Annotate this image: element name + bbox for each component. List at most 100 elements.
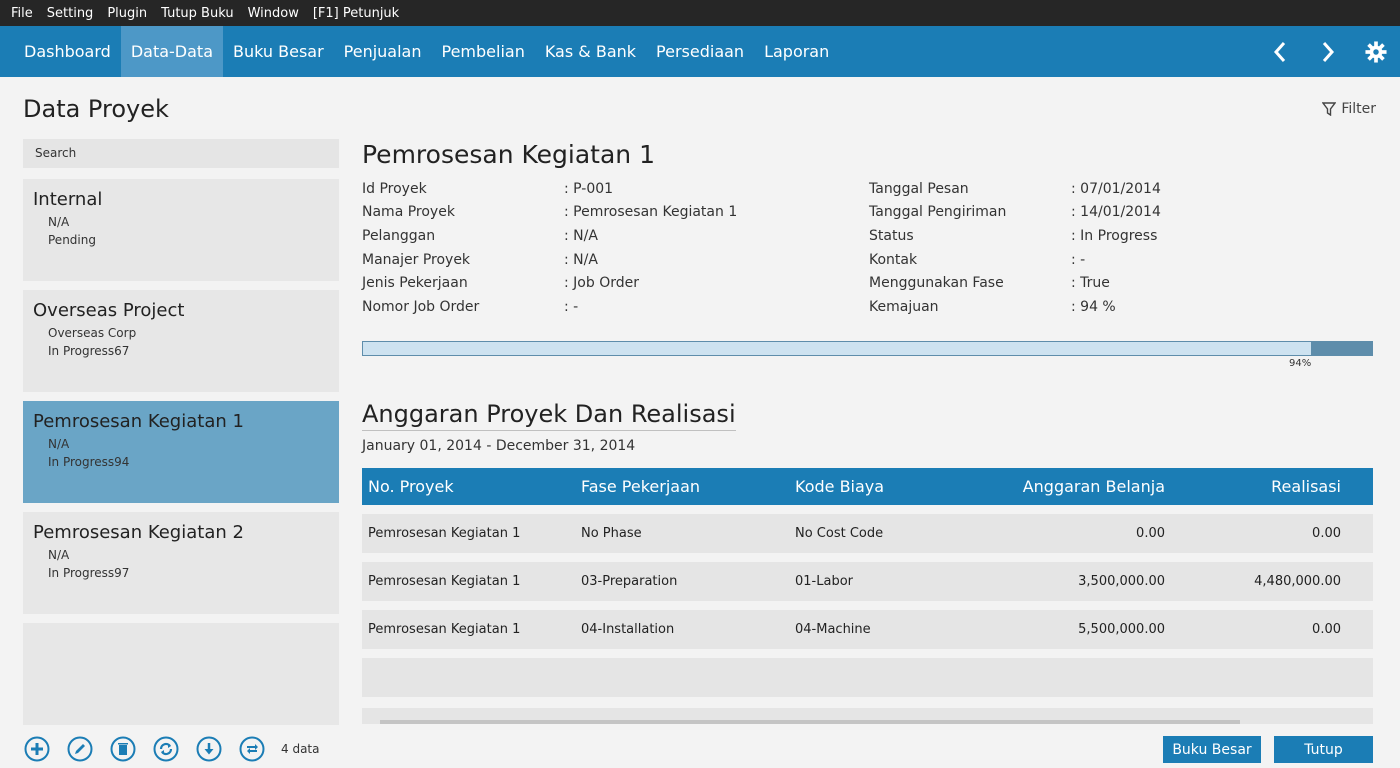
table-row-empty <box>362 658 1373 697</box>
table-row[interactable]: Pemrosesan Kegiatan 1 04-Installation 04… <box>362 610 1373 649</box>
info-value: : P-001 <box>564 180 614 197</box>
menu-file[interactable]: File <box>4 6 40 21</box>
cell-cost-code: 04-Machine <box>795 622 871 637</box>
buku-besar-button[interactable]: Buku Besar <box>1163 736 1261 763</box>
project-status: In Progress94 <box>48 455 130 469</box>
menu-help[interactable]: [F1] Petunjuk <box>306 6 406 21</box>
edit-button[interactable] <box>66 735 94 763</box>
nav-kas-bank[interactable]: Kas & Bank <box>535 26 646 77</box>
info-value: : N/A <box>564 227 598 244</box>
chevron-left-icon <box>1273 41 1286 62</box>
download-icon <box>196 736 222 762</box>
filter-label: Filter <box>1341 101 1376 117</box>
column-header[interactable]: Fase Pekerjaan <box>575 477 789 496</box>
progress-fill <box>363 342 1312 355</box>
info-row-id: Id Proyek : P-001 <box>362 177 737 201</box>
menu-setting[interactable]: Setting <box>40 6 101 21</box>
settings-button[interactable] <box>1352 26 1400 77</box>
project-card-kegiatan-2[interactable]: Pemrosesan Kegiatan 2 N/A In Progress97 <box>23 512 339 614</box>
export-button[interactable] <box>238 735 266 763</box>
cell-budget: 3,500,000.00 <box>1078 574 1165 589</box>
info-row-jenis: Jenis Pekerjaan: Job Order <box>362 271 737 295</box>
refresh-button[interactable] <box>152 735 180 763</box>
chevron-right-icon <box>1322 41 1335 62</box>
info-row-kontak: Kontak : - <box>869 248 1161 272</box>
download-button[interactable] <box>195 735 223 763</box>
project-customer: Overseas Corp <box>48 326 137 340</box>
info-row-status: Status: In Progress <box>869 224 1161 248</box>
filter-button[interactable]: Filter <box>1322 101 1376 117</box>
info-row-fase: Menggunakan Fase: True <box>869 271 1161 295</box>
forward-button[interactable] <box>1304 26 1352 77</box>
progress-bar <box>362 341 1373 356</box>
nav-dashboard[interactable]: Dashboard <box>14 26 121 77</box>
table-row[interactable]: Pemrosesan Kegiatan 1 03-Preparation 01-… <box>362 562 1373 601</box>
project-name: Pemrosesan Kegiatan 1 <box>33 411 244 432</box>
project-list: Internal N/A Pending Overseas Project Ov… <box>23 179 339 734</box>
column-header[interactable]: Realisasi <box>1169 477 1345 496</box>
progress-label: 94% <box>1289 358 1312 369</box>
gear-icon <box>1365 40 1387 63</box>
nav-laporan[interactable]: Laporan <box>754 26 839 77</box>
add-button[interactable] <box>23 735 51 763</box>
nav-persediaan[interactable]: Persediaan <box>646 26 754 77</box>
menu-tutup-buku[interactable]: Tutup Buku <box>154 6 240 21</box>
table-header: No. Proyek Fase Pekerjaan Kode Biaya Ang… <box>362 468 1373 505</box>
cell-realization: 4,480,000.00 <box>1254 574 1341 589</box>
project-card-internal[interactable]: Internal N/A Pending <box>23 179 339 281</box>
info-label: Kemajuan <box>869 298 939 315</box>
info-label: Kontak <box>869 251 918 268</box>
info-row-tanggal-kirim: Tanggal Pengiriman : 14/01/2014 <box>869 201 1161 225</box>
export-icon <box>239 736 265 762</box>
project-customer: N/A <box>48 548 70 562</box>
project-card-kegiatan-1[interactable]: Pemrosesan Kegiatan 1 N/A In Progress94 <box>23 401 339 503</box>
project-name: Overseas Project <box>33 300 185 321</box>
info-label: Status <box>869 227 914 244</box>
nav-data-data[interactable]: Data-Data <box>120 26 223 77</box>
nav-penjualan[interactable]: Penjualan <box>334 26 432 77</box>
info-row-kemajuan: Kemajuan : 94 % <box>869 295 1161 319</box>
info-value: : 94 % <box>1071 298 1116 315</box>
delete-icon <box>110 736 136 762</box>
menu-plugin[interactable]: Plugin <box>100 6 154 21</box>
page-title: Data Proyek <box>23 95 169 123</box>
info-value: : 14/01/2014 <box>1071 204 1161 221</box>
cell-project: Pemrosesan Kegiatan 1 <box>368 574 521 589</box>
close-button[interactable]: Tutup <box>1274 736 1373 763</box>
horizontal-scrollbar[interactable] <box>362 708 1373 724</box>
cell-budget: 0.00 <box>1136 526 1165 541</box>
main-nav: Dashboard Data-Data Buku Besar Penjualan… <box>0 26 1400 77</box>
info-value: : - <box>1071 251 1086 268</box>
table-row[interactable]: Pemrosesan Kegiatan 1 No Phase No Cost C… <box>362 514 1373 553</box>
project-customer: N/A <box>48 215 70 229</box>
info-row-nama: Nama Proyek: Pemrosesan Kegiatan 1 <box>362 201 737 225</box>
scrollbar-thumb[interactable] <box>380 720 1240 724</box>
project-status: In Progress67 <box>48 344 130 358</box>
menu-bar: File Setting Plugin Tutup Buku Window [F… <box>0 0 1400 26</box>
search-input[interactable]: Search <box>23 139 339 168</box>
project-name: Internal <box>33 189 103 210</box>
delete-button[interactable] <box>109 735 137 763</box>
project-status: Pending <box>48 233 96 247</box>
cell-project: Pemrosesan Kegiatan 1 <box>368 526 521 541</box>
menu-window[interactable]: Window <box>241 6 306 21</box>
cell-phase: 04-Installation <box>581 622 675 637</box>
back-button[interactable] <box>1256 26 1304 77</box>
add-icon <box>24 736 50 762</box>
record-count: 4 data <box>281 742 320 756</box>
project-detail-title: Pemrosesan Kegiatan 1 <box>362 140 655 169</box>
edit-icon <box>67 736 93 762</box>
info-label: Id Proyek <box>362 180 427 197</box>
column-header[interactable]: No. Proyek <box>362 477 575 496</box>
column-header[interactable]: Anggaran Belanja <box>959 477 1169 496</box>
info-value: : Pemrosesan Kegiatan 1 <box>564 204 738 221</box>
nav-buku-besar[interactable]: Buku Besar <box>223 26 334 77</box>
cell-phase: 03-Preparation <box>581 574 678 589</box>
info-row-pelanggan: Pelanggan: N/A <box>362 224 737 248</box>
info-label: Tanggal Pengiriman <box>869 204 1007 221</box>
info-row-job-order: Nomor Job Order: - <box>362 295 737 319</box>
project-card-overseas[interactable]: Overseas Project Overseas Corp In Progre… <box>23 290 339 392</box>
nav-pembelian[interactable]: Pembelian <box>432 26 535 77</box>
column-header[interactable]: Kode Biaya <box>789 477 959 496</box>
filter-icon <box>1322 102 1337 116</box>
